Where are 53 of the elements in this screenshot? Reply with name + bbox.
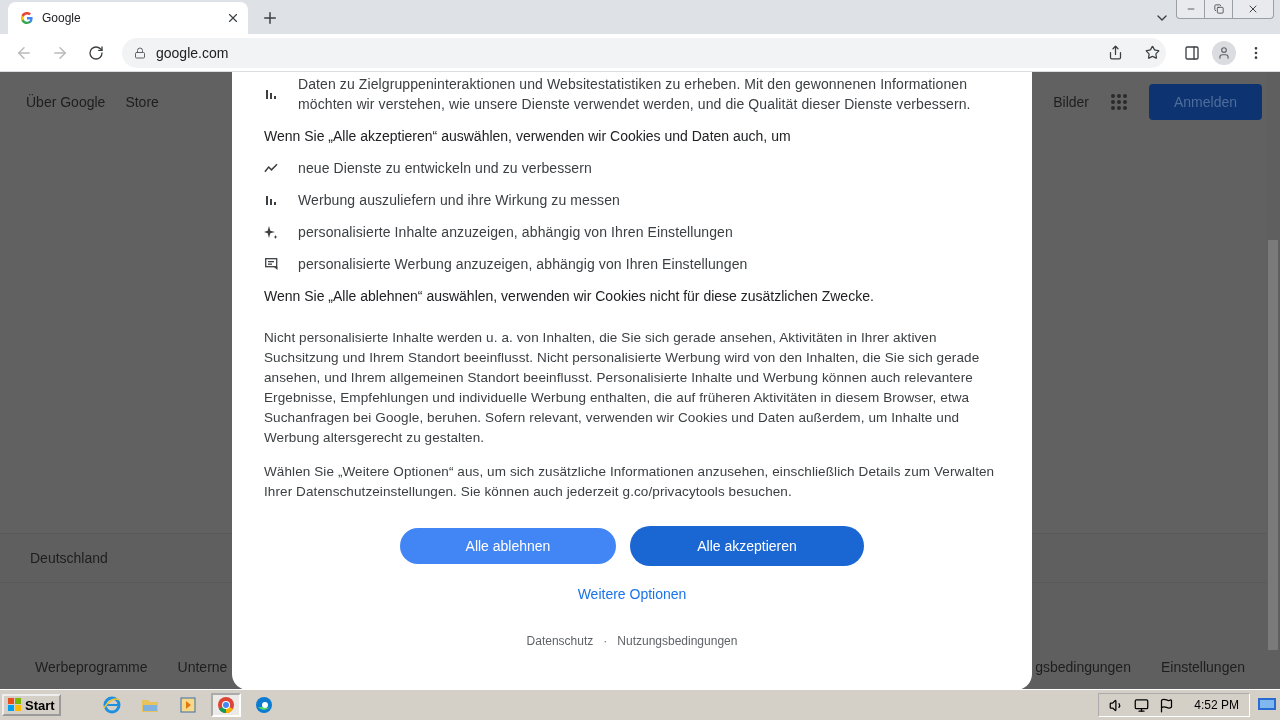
- apps-grid-icon[interactable]: [1111, 94, 1127, 110]
- chrome-icon: [216, 696, 235, 714]
- url-text: google.com: [156, 44, 230, 61]
- trend-line-icon: [264, 163, 278, 173]
- media-player-icon: [179, 697, 196, 713]
- bar-chart-icon: [265, 195, 277, 205]
- footer-link[interactable]: gsbedingungen: [1035, 659, 1131, 675]
- header-link[interactable]: Bilder: [1053, 94, 1089, 110]
- desktop-icon[interactable]: [1258, 698, 1276, 712]
- purpose-text: personalisierte Werbung anzuzeigen, abhängig von Ihren Einstellungen: [298, 255, 748, 274]
- google-logo-icon: [20, 11, 34, 25]
- separator-dot: ·: [603, 634, 608, 648]
- ad-display-icon: [264, 258, 278, 270]
- close-icon[interactable]: [226, 11, 240, 25]
- purpose-text: Daten zu Zielgruppeninteraktionen und Websitestatistiken zu erheben. Mit den gewonnenen Informationen möchten wir verstehen, wie unsere Dienste verwendet werden, und die Qualität dieser Dienste verbessern.: [298, 75, 972, 114]
- footer-link[interactable]: Unterne: [177, 659, 228, 675]
- profile-icon[interactable]: [1212, 40, 1236, 65]
- country-label: Deutschland: [30, 550, 108, 566]
- scrollbar[interactable]: [1266, 72, 1280, 689]
- address-bar[interactable]: google.com: [122, 37, 1166, 68]
- footer-link[interactable]: Einstellungen: [1160, 659, 1245, 675]
- sign-in-button[interactable]: Anmelden: [1149, 84, 1262, 120]
- folder-icon: [140, 697, 159, 713]
- purpose-text: Werbung auszuliefern und ihre Wirkung zu messen: [298, 191, 620, 210]
- footer-link[interactable]: Datenschutz: [526, 634, 594, 648]
- edge-icon: [254, 696, 273, 714]
- footer-link[interactable]: Werbeprogramme: [35, 659, 148, 675]
- info-paragraph: Wählen Sie „Weitere Optionen“ aus, um sich zusätzliche Informationen anzusehen, einschließlich Details zum Verwalten Ihrer Datenschutzeinstellungen. Sie können auch jederzeit g.co/privacytools besuchen.: [264, 463, 996, 501]
- accept-all-button[interactable]: Alle akzeptieren: [630, 526, 864, 566]
- purpose-text: personalisierte Inhalte anzuzeigen, abhängig von Ihren Einstellungen: [298, 223, 733, 242]
- sparkle-icon: [264, 225, 278, 239]
- share-icon[interactable]: [1108, 45, 1123, 60]
- accept-heading: Wenn Sie „Alle akzeptieren“ auswählen, verwenden wir Cookies und Daten auch, um: [264, 127, 792, 146]
- bar-chart-icon: [265, 89, 277, 99]
- start-button[interactable]: Start: [2, 694, 61, 716]
- browser-tab[interactable]: Google: [8, 2, 248, 34]
- star-icon[interactable]: [1145, 45, 1160, 60]
- header-link[interactable]: Store: [125, 94, 159, 110]
- taskbar-app[interactable]: [210, 693, 241, 717]
- lock-icon: [134, 46, 146, 59]
- windows-logo-icon: [8, 698, 22, 712]
- clock-text: 4:52 PM: [1194, 698, 1239, 712]
- more-options-link[interactable]: Weitere Optionen: [577, 586, 687, 602]
- network-icon[interactable]: [1134, 697, 1150, 713]
- tab-title: Google: [42, 11, 82, 25]
- reject-all-button[interactable]: Alle ablehnen: [400, 528, 616, 564]
- footer-link[interactable]: Nutzungsbedingungen: [617, 634, 738, 648]
- browser-e-icon: [102, 696, 121, 714]
- purpose-text: neue Dienste zu entwickeln und zu verbessern: [298, 159, 592, 178]
- reject-note: Wenn Sie „Alle ablehnen“ auswählen, verwenden wir Cookies nicht für diese zusätzlichen Zwecke.: [264, 287, 875, 306]
- header-link[interactable]: Über Google: [26, 94, 106, 110]
- flag-icon[interactable]: [1159, 697, 1175, 713]
- info-paragraph: Nicht personalisierte Inhalte werden u. a. von Inhalten, die Sie sich gerade ansehen, Aktivitäten in Ihrer aktiven Suchsitzung und Ihrem Standort beeinflusst. Nicht personalisierte Werbung wird von den Inhalten, die Sie sich gerade ansehen, und Ihrem allgemeinen Standort beeinflusst. Personalisierte Inhalte und Werbung können auch relevantere Ergebnisse, Empfehlungen und individuelle Werbung enthalten, die auf früheren Aktivitäten in diesem Browser, etwa Suchanfragen bei Google, beruhen. Sofern relevant, verwenden wir Cookies und Daten außerdem, um Inhalte und Werbung altersgerecht zu gestalten.: [264, 329, 981, 447]
